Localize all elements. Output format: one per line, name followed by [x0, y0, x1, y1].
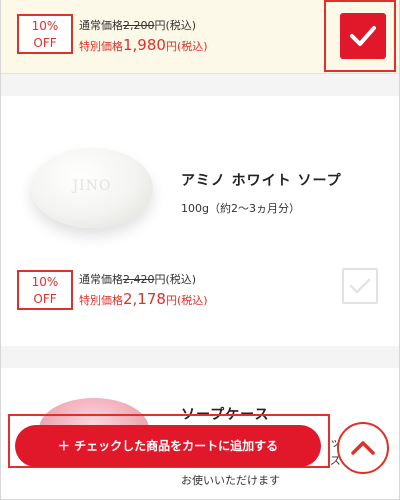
regular-price-amount: 2,200 [123, 19, 155, 32]
regular-price-amount: 2,420 [123, 273, 155, 286]
scroll-top-button[interactable] [337, 422, 389, 474]
discount-off: OFF [33, 36, 57, 50]
check-icon [349, 278, 371, 294]
regular-price: 通常価格2,200円(税込) [79, 19, 197, 32]
discount-badge: 10% OFF [17, 270, 73, 310]
special-price: 特別価格1,980円(税込) [79, 36, 208, 54]
discount-badge: 10% OFF [17, 14, 73, 54]
product-description: お使いいただけます [181, 474, 280, 487]
regular-price: 通常価格2,420円(税込) [79, 273, 197, 286]
chevron-up-icon [351, 441, 375, 455]
special-price-amount: 1,980 [123, 36, 166, 54]
product-image-soap: JINO [31, 148, 153, 228]
product-checkbox[interactable] [342, 268, 378, 304]
check-icon [350, 26, 376, 46]
product-name: アミノ ホワイト ソープ [181, 173, 342, 189]
section-gap [1, 346, 399, 368]
discount-percent: 10% [31, 19, 59, 33]
product-description: 100g（約2〜3ヵ月分） [181, 202, 300, 215]
product-card: JINO アミノ ホワイト ソープ 100g（約2〜3ヵ月分） 10% OFF … [1, 96, 399, 346]
special-price-amount: 2,178 [123, 290, 166, 308]
add-checked-to-cart-button[interactable]: ＋ チェックした商品をカートに追加する [15, 425, 321, 467]
soap-embossed-logo: JINO [72, 178, 112, 194]
section-gap [1, 74, 399, 96]
product-card-selected: 10% OFF 通常価格2,200円(税込) 特別価格1,980円(税込) [1, 0, 399, 74]
product-checkbox-checked[interactable] [340, 13, 386, 59]
discount-off: OFF [33, 292, 57, 306]
discount-percent: 10% [31, 275, 59, 289]
special-price: 特別価格2,178円(税込) [79, 290, 208, 308]
